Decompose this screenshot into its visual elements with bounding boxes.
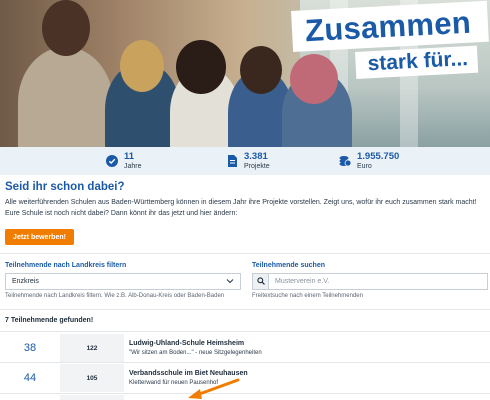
hero-person-head [290, 54, 338, 104]
hero-person-head [42, 0, 90, 56]
document-icon [228, 155, 237, 167]
result-votes: 122 [60, 334, 124, 362]
stats-bar: 11 Jahre 3.381 Projekte 1.955.750 Euro [0, 147, 490, 175]
result-votes: 105 [60, 364, 124, 392]
result-row[interactable]: 44 105 Verbandsschule im Biet Neuhausen … [0, 364, 490, 392]
intro-text: Alle weiterführenden Schulen aus Baden-W… [5, 199, 477, 217]
stat-years: 11 Jahre [106, 151, 142, 171]
district-filter-label: Teilnehmende nach Landkreis filtern [5, 262, 127, 269]
stat-label: Projekte [244, 163, 270, 170]
result-rank: 44 [23, 372, 37, 384]
stat-label: Jahre [124, 163, 142, 170]
stat-projects: 3.381 Projekte [226, 151, 270, 171]
stat-label: Euro [357, 163, 372, 170]
district-select-value: Enzkreis [12, 278, 39, 285]
results-count: 7 Teilnehmende gefunden! [5, 317, 94, 324]
stat-value: 11 [124, 151, 135, 162]
stat-value: 1.955.750 [357, 151, 400, 162]
stat-value: 3.381 [244, 151, 268, 162]
search-icon [257, 277, 265, 285]
result-rank: 38 [23, 342, 37, 354]
hero-person-head [176, 40, 226, 94]
hero-person [18, 47, 113, 147]
hero-image: Zusammen stark für... [0, 0, 490, 147]
result-name[interactable]: Ludwig-Uhland-Schule Heimsheim [129, 340, 244, 347]
hero-person-head [240, 46, 282, 94]
divider [0, 362, 490, 363]
result-votes [60, 395, 124, 400]
pointer-arrow-icon [188, 378, 240, 399]
result-row[interactable]: 38 122 Ludwig-Uhland-Schule Heimsheim "W… [0, 334, 490, 362]
coins-icon [339, 156, 351, 167]
result-subtitle: "Wir sitzen am Boden..." - neue Sitzgele… [129, 350, 262, 356]
district-select[interactable]: Enzkreis [5, 273, 241, 290]
check-badge-icon [106, 155, 118, 167]
hero-person-head [120, 40, 164, 92]
apply-button[interactable]: Jetzt bewerben! [5, 229, 74, 245]
result-row[interactable] [0, 395, 490, 400]
chevron-down-icon [226, 279, 234, 284]
divider [0, 331, 490, 332]
result-name[interactable]: Verbandsschule im Biet Neuhausen [129, 370, 248, 377]
stat-euro: 1.955.750 Euro [339, 151, 399, 171]
search-button[interactable] [253, 274, 269, 289]
search-label: Teilnehmende suchen [252, 262, 325, 269]
district-filter-hint: Teilnehmende nach Landkreis filtern. Wie… [5, 293, 225, 299]
participant-search[interactable]: Musterverein e.V. [252, 273, 488, 290]
intro-heading: Seid ihr schon dabei? [5, 181, 125, 193]
search-hint: Freitextsuche nach einem Teilnehmenden [252, 293, 363, 299]
divider [0, 393, 490, 394]
divider [0, 309, 490, 310]
search-input[interactable]: Musterverein e.V. [275, 278, 329, 285]
divider [0, 253, 490, 254]
